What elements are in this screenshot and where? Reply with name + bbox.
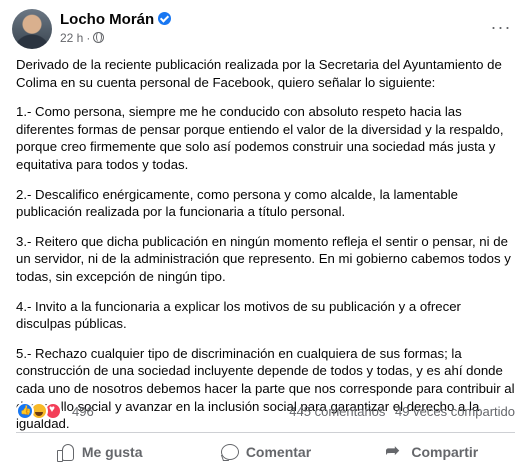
post-header: Locho Morán 22 h · ···	[12, 9, 519, 49]
meta-separator: ·	[86, 31, 91, 45]
like-button[interactable]: Me gusta	[16, 436, 182, 468]
post-timestamp[interactable]: 22 h	[60, 31, 83, 45]
post-text: Derivado de la reciente publicación real…	[16, 56, 518, 445]
author-name-row: Locho Morán	[60, 11, 172, 28]
post-paragraph: 4.- Invito a la funcionaria a explicar l…	[16, 298, 461, 332]
author-name[interactable]: Locho Morán	[60, 11, 154, 28]
shares-count-link[interactable]: 49 veces compartido	[395, 404, 515, 419]
more-options-button[interactable]: ···	[487, 15, 515, 43]
share-button[interactable]: Compartir	[349, 436, 515, 468]
like-icon	[16, 402, 34, 420]
post-paragraph: 3.- Reitero que dicha publicación en nin…	[16, 233, 511, 284]
post-meta: 22 h ·	[60, 31, 105, 45]
comment-bubble-icon	[220, 443, 239, 461]
share-label: Compartir	[411, 444, 479, 460]
reaction-count: 496	[72, 404, 94, 419]
public-globe-icon	[93, 32, 105, 43]
post-paragraph: Derivado de la reciente publicación real…	[16, 57, 502, 90]
actions-divider	[16, 432, 515, 433]
thumbs-up-icon	[56, 443, 74, 462]
share-arrow-icon	[385, 441, 403, 461]
comment-button[interactable]: Comentar	[182, 436, 348, 468]
author-avatar[interactable]	[12, 9, 52, 49]
verified-badge-icon	[158, 12, 172, 25]
like-label: Me gusta	[81, 444, 143, 460]
comment-label: Comentar	[245, 444, 312, 460]
post-paragraph: 2.- Descalifico enérgicamente, como pers…	[16, 186, 459, 220]
post-paragraph: 1.- Como persona, siempre me he conducid…	[16, 104, 504, 172]
post-stats: 496 445 comentarios 49 veces compartido	[16, 402, 515, 422]
post-card: Locho Morán 22 h · ··· Derivado de la rec…	[0, 0, 531, 471]
engagement-counts: 445 comentarios 49 veces compartido	[289, 404, 515, 419]
post-actions: Me gusta Comentar Compartir	[16, 436, 515, 468]
comments-count-link[interactable]: 445 comentarios	[289, 404, 385, 419]
